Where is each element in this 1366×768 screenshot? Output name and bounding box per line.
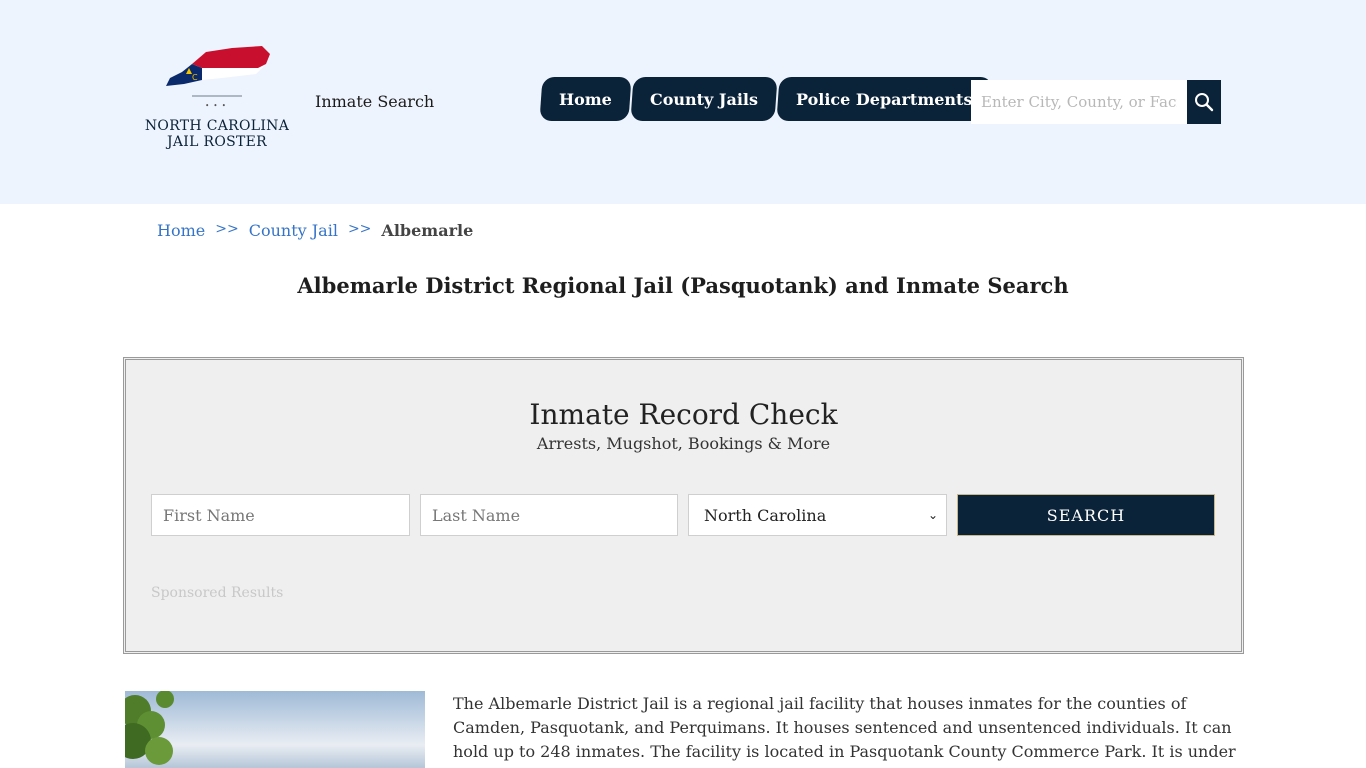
breadcrumb-current: Albemarle <box>381 221 474 240</box>
tree-foliage-image <box>125 691 174 765</box>
page-title: Albemarle District Regional Jail (Pasquo… <box>297 273 1069 298</box>
record-check-title: Inmate Record Check <box>529 398 838 431</box>
inmate-search-link[interactable]: Inmate Search <box>315 92 434 111</box>
state-select-value: North Carolina <box>704 505 827 525</box>
breadcrumb: Home >> County Jail >> Albemarle <box>157 221 473 240</box>
breadcrumb-county-jail[interactable]: County Jail <box>249 221 338 240</box>
chevron-down-icon: ⌄ <box>927 508 938 522</box>
site-logo[interactable]: C • • • NORTH CAROLINA JAIL ROSTER <box>144 44 290 154</box>
record-check-subtitle: Arrests, Mugshot, Bookings & More <box>536 434 831 453</box>
logo-wordmark: NORTH CAROLINA JAIL ROSTER <box>144 118 290 150</box>
facility-description: The Albemarle District Jail is a regiona… <box>453 694 1236 768</box>
nav-police-departments[interactable]: Police Departments <box>776 77 992 121</box>
state-select[interactable]: North Carolina ⌄ <box>688 494 947 536</box>
main-nav: Home County Jails Police Departments <box>539 77 992 121</box>
north-carolina-map-icon: C <box>166 46 270 97</box>
nav-county-jails-label: County Jails <box>649 89 758 109</box>
facility-photo <box>125 691 425 768</box>
first-name-input[interactable] <box>151 494 410 536</box>
nav-home[interactable]: Home <box>539 77 632 121</box>
site-search-button[interactable] <box>1187 80 1221 124</box>
record-search-button[interactable]: SEARCH <box>957 494 1215 536</box>
breadcrumb-home[interactable]: Home <box>157 221 205 240</box>
site-header: C • • • NORTH CAROLINA JAIL ROSTER Inmat… <box>0 0 1366 204</box>
breadcrumb-separator: >> <box>347 221 372 237</box>
site-search-input[interactable] <box>971 80 1187 124</box>
nav-county-jails[interactable]: County Jails <box>630 77 778 121</box>
svg-text:C: C <box>192 73 198 82</box>
last-name-input[interactable] <box>420 494 678 536</box>
logo-divider: • • • <box>205 102 227 110</box>
logo-text-line2: JAIL ROSTER <box>166 134 267 150</box>
inmate-record-check-panel: Inmate Record Check Arrests, Mugshot, Bo… <box>123 357 1244 654</box>
site-search <box>971 80 1221 124</box>
nav-police-departments-label: Police Departments <box>795 89 973 109</box>
sponsored-results-label: Sponsored Results <box>151 585 284 601</box>
logo-text-line1: NORTH CAROLINA <box>144 118 290 134</box>
breadcrumb-separator: >> <box>215 221 239 237</box>
search-icon <box>1195 93 1214 112</box>
nav-home-label: Home <box>559 89 612 109</box>
